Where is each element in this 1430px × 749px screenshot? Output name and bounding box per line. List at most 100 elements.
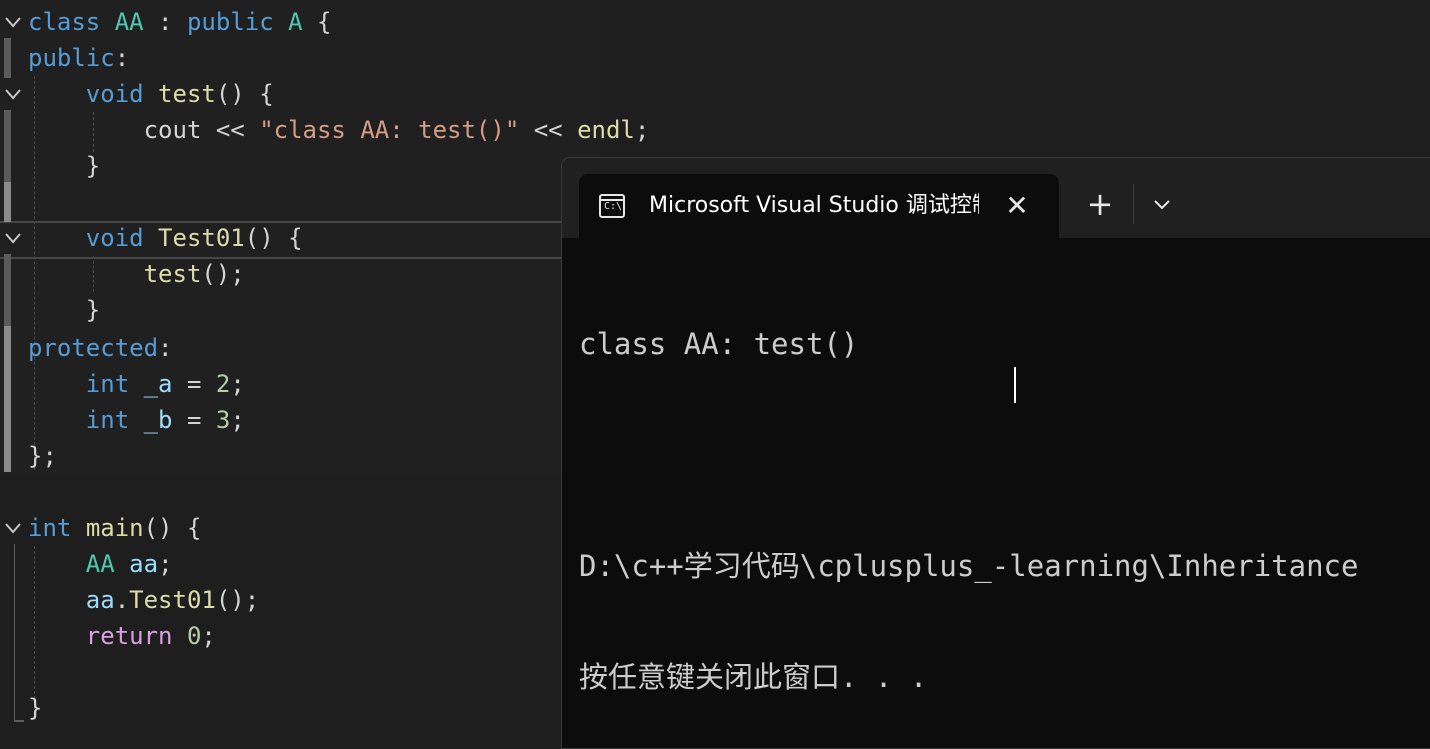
code-token: ; [230,370,245,398]
code-token: : [114,44,130,72]
code-token: int [85,406,130,434]
code-line-text: aa.Test01(); [28,582,259,618]
fold-chevron-icon[interactable] [4,13,22,31]
code-token: { [302,8,332,36]
fold-chevron-icon[interactable] [4,85,22,103]
code-line-text: void Test01() { [28,220,303,256]
code-token: () { [143,514,202,542]
console-tab[interactable]: C:\ Microsoft Visual Studio 调试控制台 ✕ [579,174,1059,238]
text-cursor [1014,367,1016,403]
code-token: << [519,116,578,144]
code-token: endl [577,116,635,144]
terminal-icon-glyph: C:\ [604,201,623,212]
code-token: _b [143,406,173,434]
code-token: () { [244,224,303,252]
code-token: void [85,80,144,108]
code-token: ; [201,622,216,650]
change-indicator [4,254,11,326]
console-line: 按任意键关闭此窗口. . . [579,660,928,694]
change-indicator [4,110,11,182]
code-line-text: public: [28,40,129,76]
fold-chevron-icon[interactable] [4,229,22,247]
code-line-text: protected: [28,330,173,366]
code-token: } [28,152,101,180]
scope-line [14,544,15,722]
code-token: } [28,296,101,324]
code-token: aa [85,586,115,614]
code-token: "class AA: test()" [259,116,520,144]
code-token: = [172,370,216,398]
code-token: AA [85,550,115,578]
code-token: protected [28,334,159,362]
tab-title: Microsoft Visual Studio 调试控制台 [649,193,979,218]
code-token: test [143,260,202,288]
code-line-text: }; [28,438,57,474]
code-token: return [85,622,173,650]
code-token: (); [215,586,260,614]
code-token: 3 [215,406,231,434]
debug-console-window[interactable]: C:\ Microsoft Visual Studio 调试控制台 ✕ + cl… [561,157,1430,749]
new-tab-button[interactable]: + [1082,186,1118,222]
code-token: public [186,8,274,36]
code-token: _a [143,370,173,398]
fold-chevron-icon[interactable] [4,519,22,537]
code-token: ; [634,116,650,144]
code-line-text: AA aa; [28,546,173,582]
terminal-icon: C:\ [599,194,625,218]
code-line-text: int _a = 2; [28,366,245,402]
code-token: (); [201,260,245,288]
code-token: }; [28,442,57,470]
code-token: A [288,8,303,36]
chevron-down-icon[interactable] [1144,188,1180,222]
console-line: D:\c++学习代码\cplusplus_-learning\Inheritan… [579,549,1359,583]
code-line-text: } [28,148,100,184]
code-line-text: } [28,690,42,726]
console-line: class AA: test() [579,327,859,361]
code-line-text: cout << "class AA: test()" << endl; [28,112,650,148]
code-token: = [172,406,216,434]
scope-line-end [14,720,24,722]
code-line-text: int main() { [28,510,201,546]
code-line-text: void test() { [28,76,274,112]
tab-separator [1133,184,1134,224]
code-token: aa [129,550,159,578]
code-line-text: return 0; [28,618,216,654]
close-icon[interactable]: ✕ [999,188,1035,224]
code-token: . [114,586,130,614]
code-token: int [28,514,72,542]
change-indicator [4,182,11,222]
code-line-text: } [28,292,100,328]
code-token: : [158,334,173,362]
code-line-text: class AA : public A { [28,4,331,40]
code-token: : [143,8,187,36]
console-output: class AA: test() D:\c++学习代码\cplusplus_-l… [579,252,1359,748]
change-indicator [4,38,11,78]
code-token: Test01 [158,224,245,252]
code-line-text: test(); [28,256,245,292]
code-token: 2 [215,370,231,398]
code-token: 0 [186,622,202,650]
code-token: test [158,80,216,108]
code-token: () { [215,80,274,108]
code-token: AA [114,8,144,36]
code-token: << [201,116,260,144]
code-token: void [85,224,144,252]
code-token: class [28,8,101,36]
change-indicator [4,326,11,472]
code-token: cout [143,116,202,144]
